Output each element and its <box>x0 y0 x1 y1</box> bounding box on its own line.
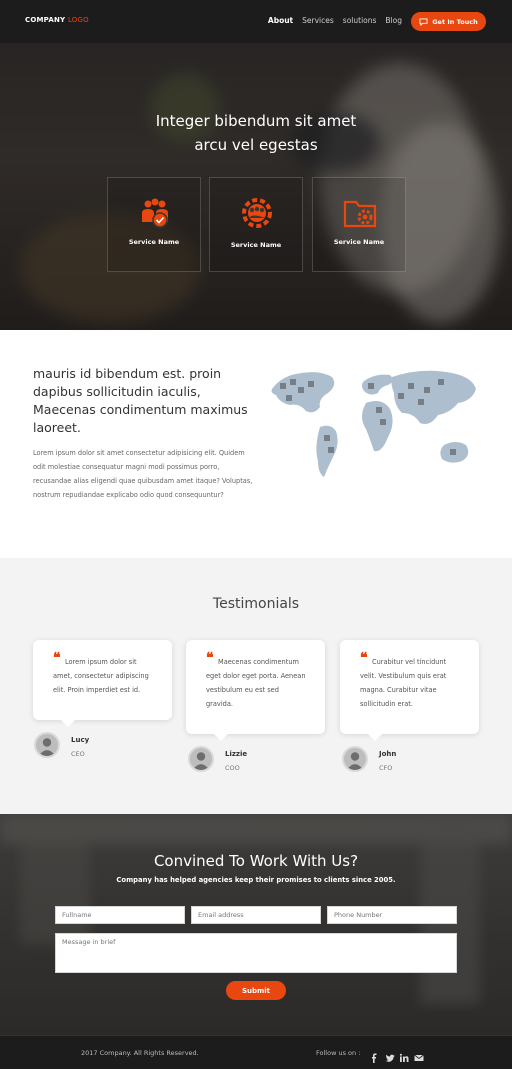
contact-subtitle: Company has helped agencies keep their p… <box>116 876 396 884</box>
service-card[interactable]: Service Name <box>107 177 201 272</box>
fullname-field[interactable] <box>55 906 185 924</box>
nav-solutions[interactable]: solutions <box>343 16 377 25</box>
site-footer: 2017 Company. All Rights Reserved. Follo… <box>0 1035 512 1069</box>
testimonial-name: Lucy <box>71 736 90 744</box>
copyright-text: 2017 Company. All Rights Reserved. <box>81 1049 199 1057</box>
service-card[interactable]: Service Name <box>209 177 303 272</box>
service-card[interactable]: Service Name <box>312 177 406 272</box>
testimonials-title: Testimonials <box>212 596 300 612</box>
hero-title: Integer bibendum sit amet arcu vel egest… <box>0 109 512 157</box>
service-name: Service Name <box>333 238 385 246</box>
testimonial-name: John <box>379 750 397 758</box>
logo-accent-text: LOGO <box>67 16 89 24</box>
main-nav: About Services solutions Blog <box>268 16 402 25</box>
get-in-touch-button[interactable]: Get In Touch <box>411 12 486 31</box>
submit-button[interactable]: Submit <box>226 981 286 1000</box>
twitter-icon[interactable] <box>385 1048 395 1062</box>
team-check-icon <box>142 198 168 228</box>
email-icon[interactable] <box>414 1048 424 1061</box>
service-name: Service Name <box>230 241 282 249</box>
contact-bg-window-left <box>20 824 90 944</box>
world-map-image <box>271 370 476 477</box>
email-field[interactable] <box>191 906 321 924</box>
message-field[interactable] <box>55 933 457 973</box>
follow-us-label: Follow us on : <box>316 1049 361 1057</box>
company-logo[interactable]: COMPANY LOGO <box>25 16 89 24</box>
contact-section: Convined To Work With Us? Company has he… <box>0 814 512 1035</box>
nav-about[interactable]: About <box>268 16 293 25</box>
service-name: Service Name <box>128 238 180 246</box>
site-header: COMPANY LOGO About Services solutions Bl… <box>0 0 512 43</box>
chat-icon <box>419 17 428 26</box>
testimonial-name: Lizzie <box>225 750 248 758</box>
gear-team-icon <box>242 198 272 228</box>
hero-title-line1: Integer bibendum sit amet <box>155 112 357 130</box>
testimonial-card: ❝ Curabitur vel tincidunt velit. Vestibu… <box>340 640 479 741</box>
about-heading: mauris id bibendum est. proin dapibus so… <box>33 366 248 435</box>
facebook-icon[interactable] <box>369 1048 379 1063</box>
testimonial-quote: Lorem ipsum dolor sit amet, consectetur … <box>53 658 149 694</box>
testimonial-quote: Curabitur vel tincidunt velit. Vestibulu… <box>360 658 447 708</box>
testimonial-role: CEO <box>71 750 85 758</box>
about-body-text: Lorem ipsum dolor sit amet consectetur a… <box>33 449 253 499</box>
logo-main-text: COMPANY <box>25 16 66 24</box>
hero-title-line2: arcu vel egestas <box>194 136 318 154</box>
avatar <box>188 746 214 772</box>
testimonial-role: CFO <box>379 764 393 772</box>
nav-services[interactable]: Services <box>302 16 334 25</box>
testimonial-card: ❝ Lorem ipsum dolor sit amet, consectetu… <box>33 640 172 727</box>
folder-gear-icon <box>343 200 377 228</box>
contact-title: Convined To Work With Us? <box>153 852 359 870</box>
phone-field[interactable] <box>327 906 457 924</box>
testimonials-section: Testimonials ❝ Lorem ipsum dolor sit ame… <box>0 558 512 814</box>
avatar <box>34 732 60 758</box>
testimonial-quote: Maecenas condimentum eget dolor eget por… <box>206 658 306 708</box>
avatar <box>342 746 368 772</box>
get-in-touch-label: Get In Touch <box>432 17 478 26</box>
testimonial-card: ❝ Maecenas condimentum eget dolor eget p… <box>186 640 325 741</box>
testimonial-role: COO <box>225 764 240 772</box>
hero-section: Integer bibendum sit amet arcu vel egest… <box>0 43 512 330</box>
linkedin-icon[interactable] <box>399 1048 409 1062</box>
nav-blog[interactable]: Blog <box>385 16 402 25</box>
